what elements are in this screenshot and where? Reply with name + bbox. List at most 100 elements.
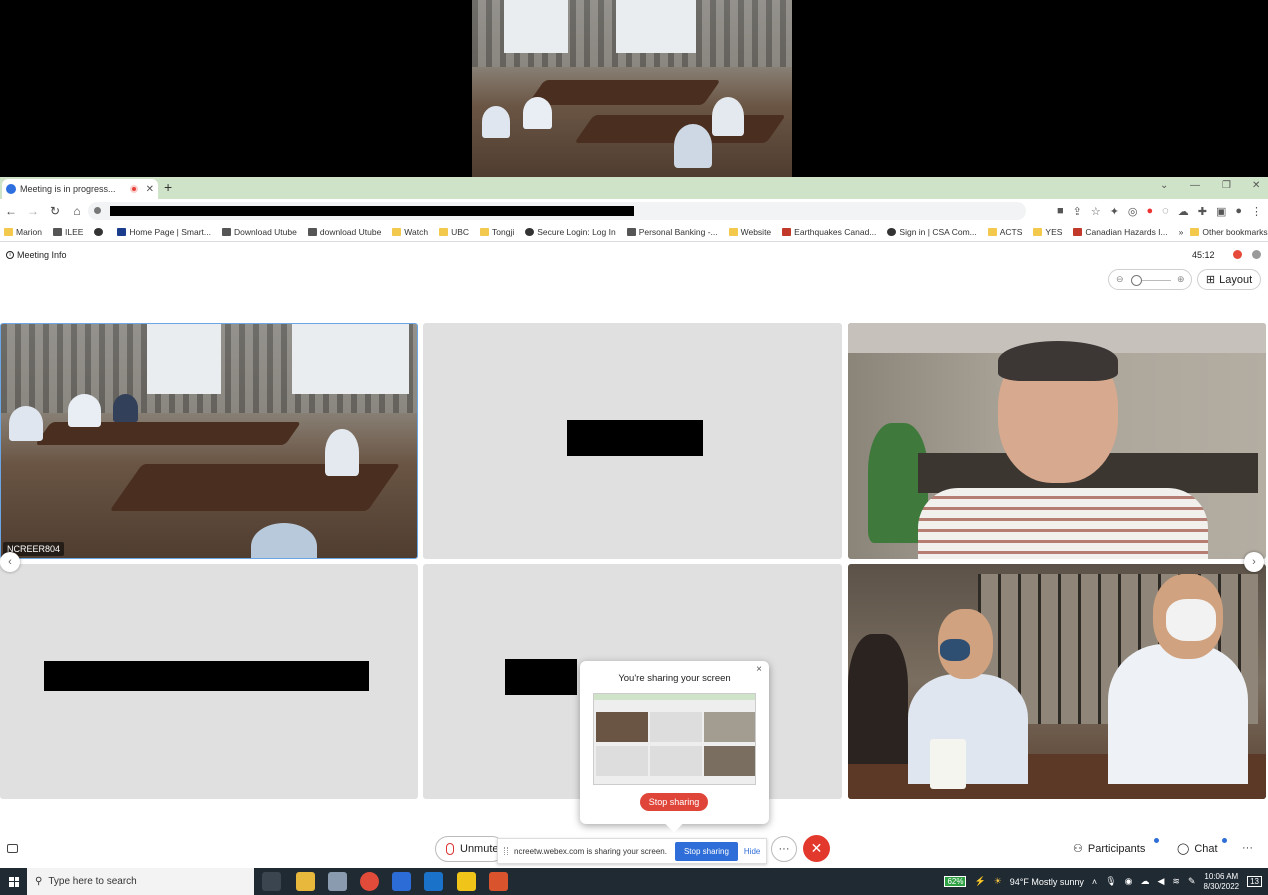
cloud-icon[interactable]: ☁: [1140, 876, 1149, 887]
video-tile-redacted-2[interactable]: [0, 564, 418, 799]
bookmark-item[interactable]: Canadian Hazards I...: [1073, 227, 1168, 237]
weather-text[interactable]: 94°F Mostly sunny: [1010, 877, 1084, 887]
zoom-slider-handle[interactable]: [1131, 275, 1142, 286]
volume-icon[interactable]: ◀: [1157, 876, 1164, 887]
bookmark-item[interactable]: YES: [1033, 227, 1062, 237]
folder-icon: [392, 228, 402, 236]
bookmark-item[interactable]: download Utube: [307, 227, 381, 237]
battery-indicator[interactable]: 62%: [944, 876, 967, 887]
outlook-icon[interactable]: [424, 872, 443, 891]
bookmark-item[interactable]: Tongji: [480, 227, 514, 237]
previous-page-icon[interactable]: ‹: [0, 552, 20, 572]
pen-icon[interactable]: ✎: [1188, 876, 1196, 887]
end-call-button[interactable]: ✕: [803, 835, 830, 862]
extension-icon[interactable]: ◌: [1162, 205, 1169, 217]
stop-sharing-button[interactable]: Stop sharing: [640, 793, 708, 811]
back-icon[interactable]: ←: [0, 204, 22, 218]
wifi-icon[interactable]: ≋: [1172, 876, 1180, 887]
bookmark-item[interactable]: Watch: [392, 227, 428, 237]
bookmark-item[interactable]: UBC: [439, 227, 469, 237]
sticky-notes-icon[interactable]: [457, 872, 476, 891]
extension-icon[interactable]: ✦: [1110, 205, 1119, 218]
home-icon[interactable]: ⌂: [66, 204, 88, 218]
next-page-icon[interactable]: ›: [1244, 552, 1264, 572]
bookmark-item[interactable]: Earthquakes Canad...: [782, 227, 876, 237]
minimize-icon[interactable]: —: [1190, 180, 1200, 191]
tab-title: Meeting is in progress...: [20, 184, 116, 194]
task-view-icon[interactable]: [262, 872, 281, 891]
bookmark-item[interactable]: Personal Banking -...: [626, 227, 718, 237]
participants-notification-dot: [1154, 838, 1159, 843]
clock[interactable]: 10:06 AM 8/30/2022: [1204, 872, 1240, 892]
microphone-icon[interactable]: 🎙: [1105, 876, 1116, 887]
restore-icon[interactable]: ❐: [1222, 180, 1231, 191]
bookmark-item[interactable]: ILEE: [52, 227, 83, 237]
video-zoom-slider[interactable]: ⊖ ⊕: [1108, 269, 1192, 290]
video-tile-speaker[interactable]: [848, 323, 1266, 559]
tab-search-icon[interactable]: ⌄: [1160, 180, 1168, 191]
chrome-icon[interactable]: [360, 872, 379, 891]
meeting-info-button[interactable]: i Meeting Info: [6, 250, 67, 260]
bookmark-label: Tongji: [492, 227, 515, 237]
maple-leaf-icon: [1073, 228, 1083, 236]
app-icon[interactable]: [328, 872, 347, 891]
bookmark-item[interactable]: Secure Login: Log In: [525, 227, 616, 237]
star-icon[interactable]: ☆: [1091, 205, 1101, 218]
more-options-button[interactable]: ···: [771, 836, 797, 862]
drag-handle-icon[interactable]: [504, 847, 508, 855]
power-icon[interactable]: ⚡: [974, 876, 985, 887]
avatar-icon[interactable]: ●: [1235, 205, 1242, 217]
video-tile-ncreer804[interactable]: NCREER804: [0, 323, 418, 559]
opera-icon[interactable]: ●: [1147, 205, 1154, 217]
chat-label: Chat: [1194, 842, 1218, 855]
share-icon[interactable]: ⇪: [1073, 205, 1082, 218]
tray-chevron-icon[interactable]: ˄: [1092, 877, 1097, 887]
kebab-menu-icon[interactable]: ⋮: [1251, 205, 1262, 218]
sharing-notification-bar: ncreetw.webex.com is sharing your screen…: [497, 838, 767, 864]
extension-icon[interactable]: ◎: [1128, 205, 1138, 218]
address-bar[interactable]: [88, 202, 1026, 220]
file-explorer-icon[interactable]: [296, 872, 315, 891]
bookmark-label: Personal Banking -...: [638, 227, 718, 237]
zoom-in-icon[interactable]: ⊕: [1177, 274, 1185, 285]
bookmark-item[interactable]: Marion: [4, 227, 42, 237]
video-tile-redacted-1[interactable]: [423, 323, 842, 559]
bookmark-item[interactable]: ACTS: [987, 227, 1022, 237]
video-tile-room-2[interactable]: [848, 564, 1266, 799]
bookmark-item[interactable]: Other bookmarks: [1190, 227, 1268, 237]
sharing-bar-stop-button[interactable]: Stop sharing: [674, 841, 738, 861]
close-window-icon[interactable]: ✕: [1252, 180, 1260, 191]
forward-icon[interactable]: →: [22, 204, 44, 218]
puzzle-icon[interactable]: ✚: [1198, 205, 1207, 218]
bookmark-item[interactable]: Home Page | Smart...: [117, 227, 211, 237]
bookmark-item[interactable]: Website: [728, 227, 771, 237]
chat-button[interactable]: ◯ Chat: [1177, 842, 1218, 856]
bookmark-item[interactable]: »: [1179, 227, 1184, 237]
panel-menu-button[interactable]: ···: [1242, 842, 1253, 854]
notification-count[interactable]: 13: [1247, 876, 1262, 887]
layout-grid-icon: ⊞: [1205, 274, 1216, 286]
reload-icon[interactable]: ↻: [44, 204, 66, 218]
zoom-out-icon[interactable]: ⊖: [1116, 274, 1124, 285]
participants-button[interactable]: ⚇ Participants: [1073, 842, 1145, 856]
unmute-button[interactable]: Unmute: [435, 836, 505, 862]
shared-video-feed: [472, 0, 792, 177]
camera-icon[interactable]: ■: [1057, 205, 1064, 217]
close-tab-icon[interactable]: ✕: [146, 184, 154, 195]
bookmark-item[interactable]: Download Utube: [222, 227, 297, 237]
hide-sharing-bar-button[interactable]: Hide: [744, 847, 760, 856]
windows-start-icon[interactable]: [9, 876, 19, 887]
taskbar-search-box[interactable]: ⚲ Type here to search: [27, 868, 254, 895]
bookmark-item[interactable]: [94, 228, 106, 236]
browser-tab[interactable]: Meeting is in progress... ✕: [2, 179, 158, 199]
bookmark-item[interactable]: Sign in | CSA Com...: [887, 227, 977, 237]
captions-icon[interactable]: [7, 844, 18, 853]
powerpoint-icon[interactable]: [489, 872, 508, 891]
layout-button[interactable]: ⊞ Layout: [1197, 269, 1261, 290]
new-tab-icon[interactable]: +: [164, 180, 172, 194]
extension-toolbar: ■ ⇪ ☆ ✦ ◎ ● ◌ ☁ ✚ ▣ ● ⋮: [1057, 199, 1262, 223]
sidebar-icon[interactable]: ▣: [1216, 205, 1226, 218]
word-icon[interactable]: [392, 872, 411, 891]
network-icon[interactable]: ◉: [1125, 876, 1133, 887]
cloud-icon[interactable]: ☁: [1178, 205, 1189, 218]
